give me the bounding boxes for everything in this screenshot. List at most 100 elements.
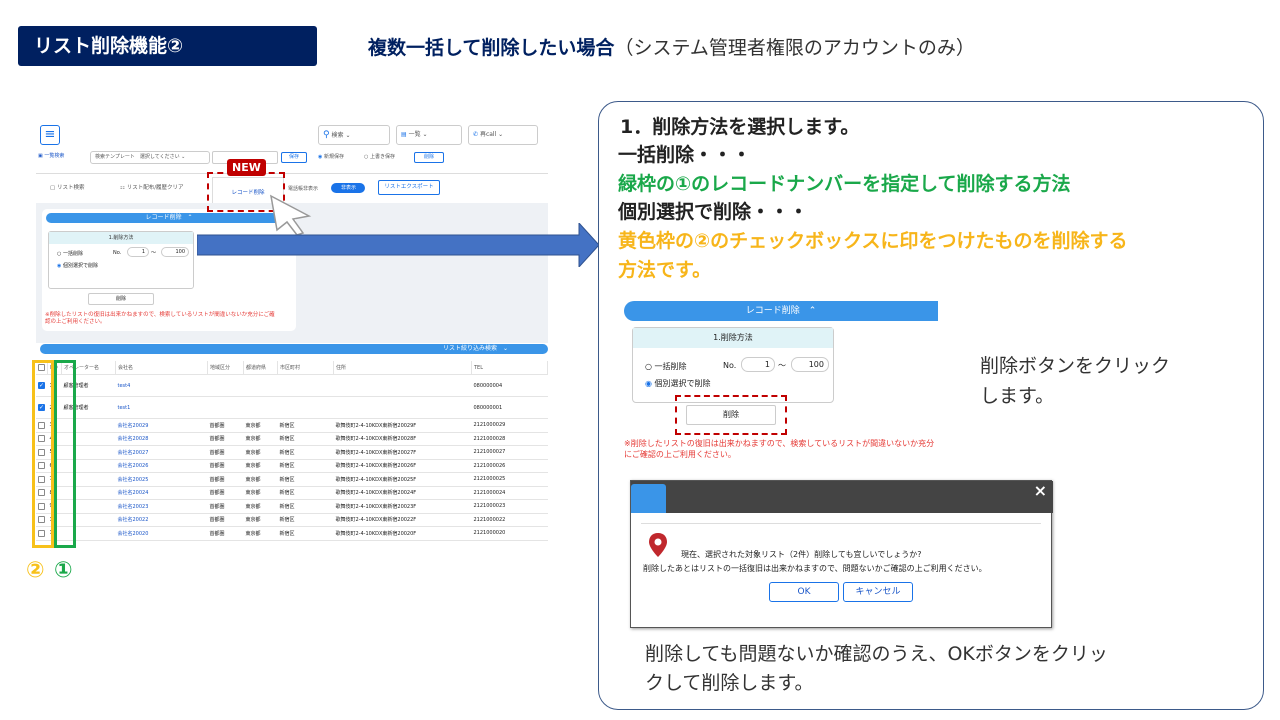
cell-company[interactable]: 会社名20023 xyxy=(115,499,208,514)
cell-city xyxy=(277,374,334,397)
table-row[interactable]: 3 会社名20029 首都圏 東京都 新宿区 歌舞伎町2-4-10KDX東新宿20029F… xyxy=(36,418,548,433)
cancel-button[interactable]: キャンセル xyxy=(843,582,913,602)
list-dropdown[interactable]: ▤ 一覧 ⌄ xyxy=(396,125,462,145)
record-delete-bar[interactable]: レコード削除 ⌃ xyxy=(46,213,292,223)
cell-addr: 歌舞伎町2-4-10KDX東新宿20025F xyxy=(333,472,472,487)
no-from-input[interactable]: 1 xyxy=(127,247,149,257)
zoom-no-to-input[interactable]: 100 xyxy=(791,357,829,372)
individual-delete-line: 個別選択で削除・・・ xyxy=(618,201,809,223)
export-button[interactable]: リストエクスポート xyxy=(378,180,440,195)
delete-button[interactable]: 削除 xyxy=(88,293,154,305)
tab-list-distribution[interactable]: ⚏ リスト配布/履歴クリア xyxy=(120,183,184,191)
warning-text: ※削除したリストの復旧は出来かねますので、検索しているリストが間違いないか充分に… xyxy=(45,312,275,325)
cell-region xyxy=(207,396,244,419)
table-row[interactable]: 10 会社名20022 首都圏 東京都 新宿区 歌舞伎町2-4-10KDX東新宿20022… xyxy=(36,513,548,527)
call-dropdown[interactable]: ✆ 再call ⌄ xyxy=(468,125,538,145)
filter-search-bar[interactable]: リスト絞り込み検索 ⌄ xyxy=(40,344,548,354)
cell-city: 新宿区 xyxy=(277,445,334,460)
table-row[interactable]: 9 会社名20023 首都圏 東京都 新宿区 歌舞伎町2-4-10KDX東新宿20023F… xyxy=(36,499,548,514)
cell-company[interactable]: 会社名20028 xyxy=(115,432,208,446)
heading-main: 複数一括して削除したい場合 xyxy=(368,37,615,59)
cell-pref: 東京都 xyxy=(243,499,278,514)
cell-city: 新宿区 xyxy=(277,513,334,527)
column-header[interactable]: 地域区分 xyxy=(207,361,244,375)
cell-company[interactable]: 会社名20026 xyxy=(115,459,208,473)
bulk-search-button[interactable]: ▣ 一覧検索 xyxy=(38,152,64,159)
table-row[interactable]: 7 会社名20025 首都圏 東京都 新宿区 歌舞伎町2-4-10KDX東新宿20025F… xyxy=(36,472,548,487)
cell-city: 新宿区 xyxy=(277,418,334,433)
cell-pref: 東京都 xyxy=(243,486,278,500)
zoom-individual-radio[interactable]: ◉ 個別選択で削除 xyxy=(645,378,711,389)
cell-pref: 東京都 xyxy=(243,472,278,487)
search-dropdown[interactable]: ⚲ 検索 ⌄ xyxy=(318,125,390,145)
cell-pref: 東京都 xyxy=(243,445,278,460)
hide-toggle[interactable]: 非表示 xyxy=(331,183,365,193)
checkbox-highlight-frame xyxy=(32,360,54,548)
zoomed-record-delete-card: レコード削除 ⌃ 1.削除方法 ○ 一括削除 No. 1 ～ 100 ◉ 個別選… xyxy=(620,293,938,468)
template-label: 検索テンプレート xyxy=(95,154,135,160)
sitemap-icon: ⚏ xyxy=(120,185,125,191)
tilde-label: ～ xyxy=(151,250,157,256)
record-number-highlight-frame xyxy=(54,360,76,548)
cell-region: 首都圏 xyxy=(207,513,244,527)
close-icon[interactable]: × xyxy=(1034,481,1047,500)
tab-list-distribution-label: リスト配布/履歴クリア xyxy=(126,185,184,191)
cell-city: 新宿区 xyxy=(277,459,334,473)
cell-tel: 080000004 xyxy=(471,374,548,397)
cell-company[interactable]: 会社名20020 xyxy=(115,526,208,541)
table-row[interactable]: 6 会社名20026 首都圏 東京都 新宿区 歌舞伎町2-4-10KDX東新宿20026F… xyxy=(36,459,548,473)
cell-tel: 080000001 xyxy=(471,396,548,419)
table-row[interactable]: 4 会社名20028 首都圏 東京都 新宿区 歌舞伎町2-4-10KDX東新宿20028F… xyxy=(36,432,548,446)
column-header[interactable]: 都道府県 xyxy=(243,361,278,375)
zoom-bulk-radio[interactable]: ○ 一括削除 xyxy=(645,361,687,372)
cell-company[interactable]: 会社名20027 xyxy=(115,445,208,460)
zoom-tilde: ～ xyxy=(778,361,786,370)
cell-company[interactable]: test1 xyxy=(115,396,208,419)
individual-radio[interactable]: ◉ 個別選択で削除 xyxy=(57,262,98,269)
cell-pref: 東京都 xyxy=(243,526,278,541)
cell-company[interactable]: 会社名20025 xyxy=(115,472,208,487)
zoom-method-box: 1.削除方法 ○ 一括削除 No. 1 ～ 100 ◉ 個別選択で削除 xyxy=(632,327,834,403)
cell-company[interactable]: 会社名20022 xyxy=(115,513,208,527)
search-label: 検索 xyxy=(331,132,344,139)
cell-tel: 2121000025 xyxy=(471,472,548,487)
table-row[interactable]: ✓ 1 顧客管理者 test4 080000004 xyxy=(36,374,548,397)
no-to-input[interactable]: 100 xyxy=(161,247,189,257)
dialog-message-1: 現在、選択された対象リスト（2件）削除しても宜しいでしょうか? xyxy=(681,550,922,559)
save-button[interactable]: 保存 xyxy=(281,152,307,163)
table-row[interactable]: 8 会社名20024 首都圏 東京都 新宿区 歌舞伎町2-4-10KDX東新宿20024F… xyxy=(36,486,548,500)
cell-company[interactable]: test4 xyxy=(115,374,208,397)
table-row[interactable]: 11 会社名20020 首都圏 東京都 新宿区 歌舞伎町2-4-10KDX東新宿20020… xyxy=(36,526,548,541)
new-badge: NEW xyxy=(227,159,266,176)
menu-icon[interactable]: ≡ xyxy=(40,125,60,145)
table-row[interactable]: ✓ 2 顧客管理者 test1 080000001 xyxy=(36,396,548,419)
confirm-note-2: クして削除します。 xyxy=(645,672,814,694)
zoom-record-delete-bar[interactable]: レコード削除 ⌃ xyxy=(624,301,938,321)
new-save-radio[interactable]: ◉ 新規保存 xyxy=(318,153,344,160)
column-header[interactable]: 会社名 xyxy=(115,361,208,375)
column-header[interactable]: 市区町村 xyxy=(277,361,334,375)
table-row[interactable]: 5 会社名20027 首都圏 東京都 新宿区 歌舞伎町2-4-10KDX東新宿20027F… xyxy=(36,445,548,460)
bulk-radio[interactable]: ○ 一括削除 xyxy=(57,250,83,257)
ok-button[interactable]: OK xyxy=(769,582,839,602)
divider xyxy=(36,173,548,174)
column-header[interactable]: 住所 xyxy=(333,361,472,375)
column-header[interactable]: TEL xyxy=(471,361,548,375)
cell-pref: 東京都 xyxy=(243,432,278,446)
app-screenshot: ≡ ⚲ 検索 ⌄ ▤ 一覧 ⌄ ✆ 再call ⌄ ▣ 一覧検索 検索テンプレー… xyxy=(36,121,548,549)
cell-company[interactable]: 会社名20029 xyxy=(115,418,208,433)
cell-company[interactable]: 会社名20024 xyxy=(115,486,208,500)
zoom-delete-button[interactable]: 削除 xyxy=(686,405,776,425)
cell-addr: 歌舞伎町2-4-10KDX東新宿20020F xyxy=(333,526,472,541)
cell-addr xyxy=(333,396,472,419)
template-delete-button[interactable]: 削除 xyxy=(414,152,444,163)
confirm-dialog: × 現在、選択された対象リスト（2件）削除しても宜しいでしょうか? 削除したあと… xyxy=(630,480,1053,628)
cell-addr xyxy=(333,374,472,397)
cell-city: 新宿区 xyxy=(277,486,334,500)
zoom-no-from-input[interactable]: 1 xyxy=(741,357,775,372)
template-select[interactable]: 検索テンプレート 選択してください ⌄ xyxy=(90,151,210,164)
cell-addr: 歌舞伎町2-4-10KDX東新宿20026F xyxy=(333,459,472,473)
tab-list-search[interactable]: ▢ リスト検索 xyxy=(50,183,84,191)
overwrite-radio[interactable]: ○ 上書き保存 xyxy=(364,153,395,160)
cell-city xyxy=(277,396,334,419)
